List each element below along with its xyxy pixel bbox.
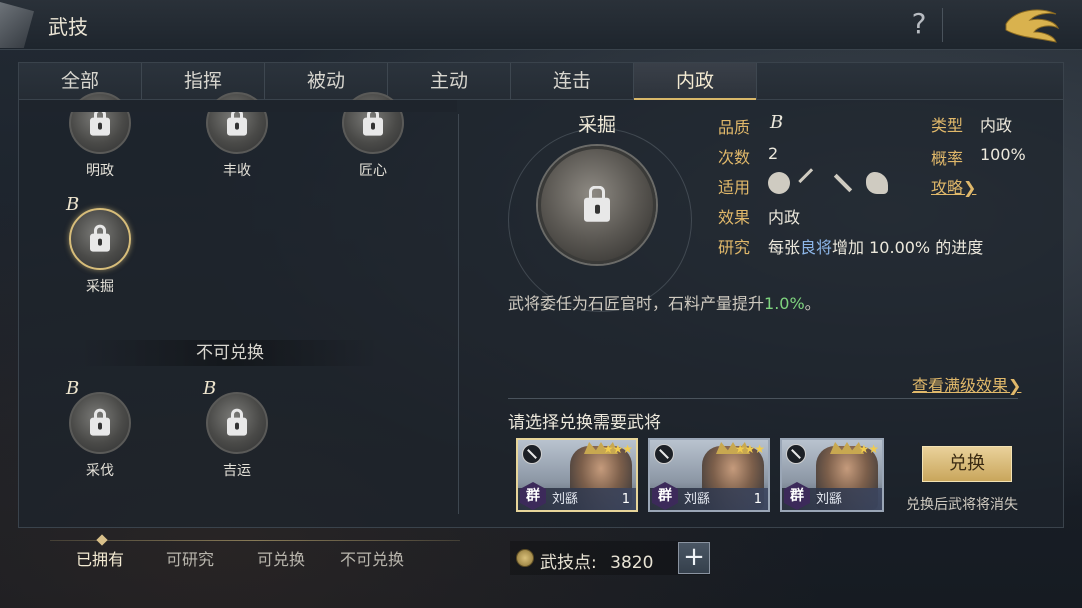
- lock-icon: [584, 185, 610, 222]
- filter-owned[interactable]: 已拥有: [76, 546, 124, 570]
- applicable-units: [768, 168, 888, 194]
- dragon-back-icon[interactable]: [1000, 4, 1064, 44]
- quality-value: B: [770, 112, 784, 133]
- star-rating: ★★★: [734, 442, 765, 456]
- filter-researchable[interactable]: 可研究: [166, 546, 214, 570]
- top-bar: 武技 ?: [0, 0, 1082, 50]
- general-count: 1: [753, 492, 762, 507]
- star-rating: ★★★: [602, 442, 633, 456]
- add-points-button[interactable]: +: [678, 542, 710, 574]
- description-suffix: 。: [804, 294, 821, 313]
- skill-item-caijue[interactable]: B 采掘: [60, 194, 140, 296]
- skill-label: 明政: [86, 163, 114, 179]
- chance-value: 100%: [980, 145, 1026, 164]
- skill-label: 采掘: [86, 279, 114, 295]
- exchange-note: 兑换后武将将消失: [906, 497, 1018, 513]
- weapon-type-icon: [522, 444, 542, 464]
- spear-unit-icon: [833, 173, 853, 193]
- skill-label: 匠心: [359, 163, 387, 179]
- general-name: 刘繇: [816, 492, 843, 507]
- type-value: 内政: [980, 116, 1013, 135]
- bow-unit-icon: [798, 168, 824, 194]
- description-highlight: 1.0%: [764, 294, 805, 313]
- skill-detail-name: 采掘: [577, 114, 616, 136]
- quality-label: 品质: [718, 118, 751, 137]
- emblem-icon: [0, 2, 34, 48]
- weapon-type-icon: [786, 444, 806, 464]
- shield-unit-icon: [768, 172, 790, 194]
- skill-label: 丰收: [223, 163, 251, 179]
- lock-icon: [363, 108, 383, 136]
- description-prefix: 武将委任为石匠官时，石料产量提升: [508, 294, 765, 313]
- guide-link[interactable]: 攻略❯: [931, 174, 976, 198]
- section-label-non-exchangeable: 不可兑换: [80, 340, 380, 366]
- skill-item-caifa[interactable]: B 采伐: [60, 378, 140, 480]
- star-rating: ★★: [858, 442, 878, 456]
- lock-icon: [227, 108, 247, 136]
- apply-label: 适用: [718, 178, 751, 197]
- skill-locked-icon: [69, 208, 131, 270]
- count-label: 次数: [718, 148, 751, 167]
- lock-icon: [90, 108, 110, 136]
- filter-line: [50, 540, 460, 541]
- skill-label: 吉运: [223, 463, 251, 479]
- lock-icon: [90, 408, 110, 436]
- skill-locked-icon: [69, 392, 131, 454]
- chance-label: 概率: [931, 149, 964, 168]
- research-highlight: 良将: [800, 238, 833, 257]
- general-name: 刘繇: [552, 492, 579, 507]
- grade-badge: B: [66, 194, 80, 215]
- lock-icon: [90, 224, 110, 252]
- section-divider: [508, 398, 1018, 399]
- general-count: 1: [621, 492, 630, 507]
- tab-domestic[interactable]: 内政: [634, 63, 757, 100]
- skill-points-label: 武技点:: [540, 553, 597, 573]
- skill-label: 采伐: [86, 463, 114, 479]
- full-effect-link[interactable]: 查看满级效果❯: [912, 372, 1021, 396]
- general-card[interactable]: ★★ 群 刘繇: [780, 438, 884, 512]
- lock-icon: [227, 408, 247, 436]
- research-value: 每张良将增加 10.00% 的进度: [768, 234, 983, 258]
- count-value: 2: [768, 144, 779, 163]
- weapon-type-icon: [654, 444, 674, 464]
- skill-description: 武将委任为石匠官时，石料产量提升1.0%。: [508, 290, 821, 314]
- filter-non-exchangeable[interactable]: 不可兑换: [340, 546, 404, 570]
- category-tabs: 全部 指挥 被动 主动 连击 内政: [18, 62, 1064, 100]
- exchange-title: 请选择兑换需要武将: [508, 413, 661, 433]
- page-title: 武技: [48, 15, 88, 39]
- grade-badge: B: [203, 378, 217, 399]
- effect-value: 内政: [768, 208, 801, 227]
- help-button[interactable]: ?: [906, 6, 932, 42]
- research-prefix: 每张: [768, 238, 801, 257]
- effect-label: 效果: [718, 208, 751, 227]
- general-card[interactable]: ★★★ 群 刘繇 1: [648, 438, 770, 512]
- skill-item-jiyun[interactable]: B 吉运: [197, 378, 277, 480]
- type-label: 类型: [931, 116, 964, 135]
- panel-divider: [458, 114, 459, 514]
- general-name: 刘繇: [684, 492, 711, 507]
- research-suffix: 增加 10.00% 的进度: [832, 238, 984, 257]
- tab-combo[interactable]: 连击: [511, 63, 634, 99]
- skill-point-coin-icon: [516, 549, 534, 567]
- horse-unit-icon: [866, 172, 888, 194]
- research-label: 研究: [718, 238, 751, 257]
- filter-exchangeable[interactable]: 可兑换: [257, 546, 305, 570]
- skill-detail-icon: [538, 146, 656, 264]
- grade-badge: B: [66, 378, 80, 399]
- scroll-mask: [19, 100, 457, 112]
- exchange-button[interactable]: 兑换: [922, 446, 1012, 482]
- skill-points-value: 3820: [610, 553, 654, 573]
- filter-bar: 已拥有 可研究 可兑换 不可兑换: [50, 534, 460, 574]
- top-divider: [942, 8, 943, 42]
- skill-locked-icon: [206, 392, 268, 454]
- general-card[interactable]: ★★★ 群 刘繇 1: [516, 438, 638, 512]
